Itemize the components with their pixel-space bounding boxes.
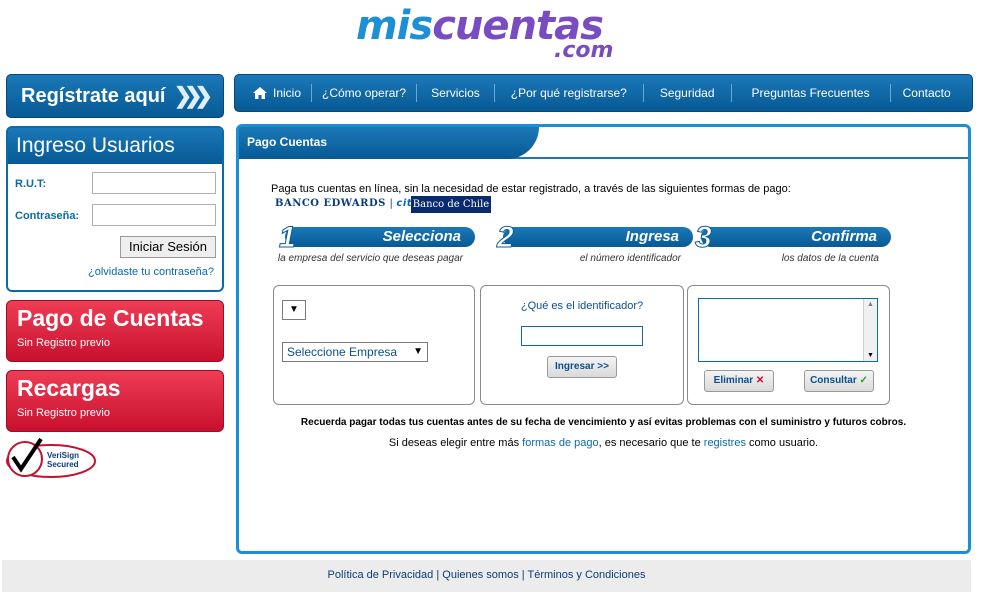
pago-de-cuentas-subtitle: Sin Registro previo (17, 337, 110, 349)
ingresar-button[interactable]: Ingresar >> (547, 356, 617, 378)
footer-link-terminos[interactable]: Términos y Condiciones (527, 569, 645, 581)
step-1: 1 Selecciona la empresa del servicio que… (277, 221, 475, 267)
step-description: los datos de la cuenta (781, 253, 879, 264)
consultar-button[interactable]: Consultar ✓ (804, 370, 874, 392)
nav-item-servicios[interactable]: Servicios (416, 84, 494, 102)
step-number: 2 (497, 221, 515, 255)
step-title: Confirma (811, 228, 877, 245)
nav-item-como-operar[interactable]: ¿Cómo operar? (311, 84, 416, 102)
nav-item-por-que-registrarse[interactable]: ¿Por qué registrarse? (493, 84, 643, 102)
recargas-subtitle: Sin Registro previo (17, 407, 110, 419)
step-title: Selecciona (382, 228, 461, 245)
confirm-panel: ▲ ▼ Eliminar ✕ Consultar ✓ (687, 285, 890, 405)
payment-reminder: Recuerda pagar todas tus cuentas antes d… (300, 417, 907, 428)
banco-edwards-logo[interactable]: BANCO EDWARDS | citi (275, 198, 416, 209)
recargas-title: Recargas (17, 375, 121, 401)
register-prompt: Si deseas elegir entre más formas de pag… (239, 437, 968, 449)
password-input[interactable] (92, 204, 216, 226)
nav-item-inicio[interactable]: Inicio (235, 84, 311, 102)
check-icon: ✓ (859, 375, 868, 386)
step-2: 2 Ingresa el número identificador (497, 221, 693, 267)
identifier-panel: ¿Qué es el identificador? Ingresar >> (480, 285, 684, 405)
close-icon: ✕ (755, 375, 765, 386)
step-3: 3 Confirma los datos de la cuenta (695, 221, 891, 267)
chevron-down-icon: ▼ (289, 304, 299, 315)
step-title: Ingresa (625, 228, 679, 245)
rut-input[interactable] (92, 172, 216, 194)
scroll-down-icon: ▼ (867, 352, 874, 359)
rut-label: R.U.T: (15, 178, 47, 190)
formas-de-pago-link[interactable]: formas de pago (522, 437, 598, 449)
site-logo[interactable]: miscuentas .com (356, 3, 626, 63)
consultar-button-label: Consultar (810, 375, 857, 386)
logo-part-mis: mis (356, 3, 433, 49)
nav-item-contacto[interactable]: Contacto (889, 84, 963, 102)
login-button[interactable]: Iniciar Sesión (120, 236, 216, 258)
nav-item-seguridad[interactable]: Seguridad (642, 84, 731, 102)
scroll-up-icon: ▲ (867, 301, 874, 308)
eliminar-button-label: Eliminar (713, 375, 754, 386)
footer-link-quienes-somos[interactable]: Quienes somos (442, 569, 518, 581)
forgot-password-link[interactable]: ¿olvidaste tu contraseña? (88, 266, 214, 278)
register-button-label: Regístrate aquí (21, 85, 166, 107)
panel-title: Pago Cuentas (239, 127, 539, 159)
verisign-seal[interactable]: VeriSign Secured (5, 437, 97, 479)
nav-item-label: Inicio (273, 86, 302, 100)
registres-link[interactable]: registres (704, 437, 746, 449)
pago-de-cuentas-title: Pago de Cuentas (17, 305, 204, 331)
verisign-line1: VeriSign (47, 451, 80, 460)
verisign-line2: Secured (47, 460, 79, 469)
footer-separator: | (433, 569, 443, 581)
password-label: Contraseña: (15, 210, 80, 222)
register-prompt-text: como usuario. (745, 437, 819, 449)
account-details-list[interactable]: ▲ ▼ (698, 298, 878, 362)
banco-de-chile-logo[interactable]: Banco de Chile (411, 196, 491, 213)
recargas-button[interactable]: Recargas Sin Registro previo (6, 370, 224, 432)
step-description: el número identificador (579, 253, 681, 264)
main-nav: Inicio ¿Cómo operar? Servicios ¿Por qué … (234, 74, 973, 112)
scrollbar[interactable]: ▲ ▼ (863, 299, 877, 361)
empresa-select-value: Seleccione Empresa (287, 345, 398, 359)
step-description: la empresa del servicio que deseas pagar (277, 253, 463, 264)
empresa-select[interactable]: Seleccione Empresa ▼ (282, 342, 428, 362)
register-button[interactable]: Regístrate aquí ❯❯❯ (6, 74, 224, 118)
login-box: Ingreso Usuarios R.U.T: Contraseña: Inic… (6, 126, 224, 292)
nav-item-preguntas-frecuentes[interactable]: Preguntas Frecuentes (730, 84, 890, 102)
login-title: Ingreso Usuarios (8, 128, 222, 164)
step-number: 1 (279, 221, 297, 255)
chevron-right-icon: ❯❯❯ (173, 83, 213, 108)
home-icon (253, 87, 267, 99)
pago-cuentas-panel: Pago Cuentas Paga tus cuentas en línea, … (236, 124, 971, 554)
identifier-help-link[interactable]: ¿Qué es el identificador? (481, 300, 683, 312)
logo-domain: .com (554, 38, 614, 63)
intro-text: Paga tus cuentas en línea, sin la necesi… (271, 183, 791, 195)
eliminar-button[interactable]: Eliminar ✕ (704, 370, 774, 392)
select-company-panel: ▼ Seleccione Empresa ▼ (273, 285, 475, 405)
register-prompt-text: Si deseas elegir entre más (388, 437, 523, 449)
banco-edwards-name: BANCO EDWARDS (275, 198, 386, 209)
footer-link-privacidad[interactable]: Política de Privacidad (328, 569, 434, 581)
footer: Política de Privacidad | Quienes somos |… (2, 560, 971, 592)
step-number: 3 (695, 221, 713, 255)
identifier-input[interactable] (521, 326, 643, 346)
chevron-down-icon: ▼ (413, 346, 423, 357)
register-prompt-text: , es necesario que te (598, 437, 704, 449)
category-select[interactable]: ▼ (282, 300, 306, 320)
pago-de-cuentas-button[interactable]: Pago de Cuentas Sin Registro previo (6, 300, 224, 362)
